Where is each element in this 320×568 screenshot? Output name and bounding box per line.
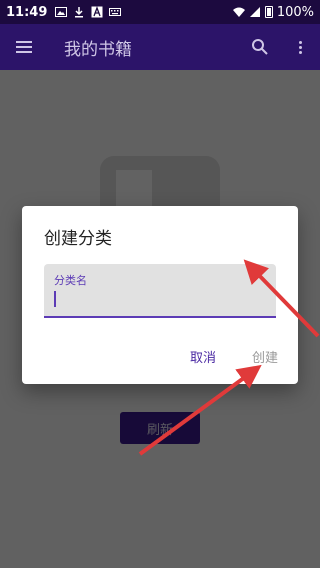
text-caret — [54, 291, 56, 307]
create-button[interactable]: 创建 — [240, 341, 290, 372]
search-button[interactable] — [240, 24, 280, 70]
page-title: 我的书籍 — [64, 39, 132, 60]
more-vert-icon — [298, 40, 302, 54]
status-system-icons: 100% — [232, 4, 314, 20]
category-name-field[interactable]: 分类名 — [44, 264, 276, 318]
font-icon — [91, 6, 103, 18]
menu-button[interactable] — [0, 24, 48, 70]
search-icon — [252, 39, 268, 55]
cancel-button[interactable]: 取消 — [178, 341, 228, 372]
cellular-icon — [249, 6, 261, 18]
keyboard-icon — [109, 6, 122, 18]
dialog-title: 创建分类 — [44, 229, 112, 249]
status-notification-icons — [55, 6, 122, 18]
create-category-dialog: 创建分类 分类名 取消 创建 — [22, 206, 298, 384]
category-name-label: 分类名 — [54, 274, 87, 287]
more-options-button[interactable] — [280, 24, 320, 70]
app-bar: 我的书籍 — [0, 24, 320, 70]
category-name-input[interactable] — [54, 288, 264, 310]
battery-level: 100% — [276, 4, 314, 20]
dialog-actions: 取消 创建 — [22, 340, 298, 372]
hamburger-icon — [16, 41, 32, 53]
status-time: 11:49 — [6, 4, 48, 20]
image-icon — [55, 6, 68, 18]
battery-icon — [264, 6, 273, 18]
download-icon — [73, 6, 85, 18]
wifi-icon — [232, 6, 245, 18]
status-bar: 11:49 100% — [0, 0, 320, 24]
